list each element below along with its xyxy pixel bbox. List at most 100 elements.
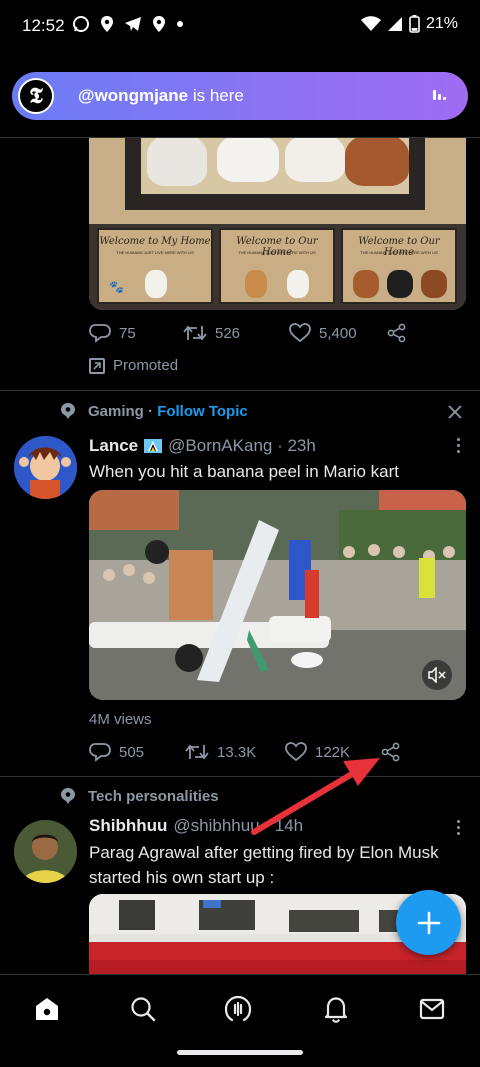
reply-icon [89,324,111,343]
flag-icon [144,439,163,453]
view-count: 4M views [89,711,152,728]
promoted-tweet-actions: 75 526 5,400 [89,323,407,343]
tweet-video[interactable] [89,490,466,700]
location-icon [153,16,165,32]
doormat-variant: Welcome to Our Home THE HUMANS JUST LIVE… [341,228,457,304]
telegram-icon [125,17,141,31]
retweet-button[interactable]: 13.3K [185,743,285,761]
avatar[interactable] [14,436,77,499]
spaces-suffix: is here [188,86,244,105]
nav-messages[interactable] [416,993,448,1025]
reply-count: 75 [119,324,136,342]
compose-tweet-button[interactable] [396,890,461,955]
dog-figure [217,138,279,182]
nav-spaces[interactable] [222,993,254,1025]
tweet-header: Lance @BornAKang · 23h [89,436,316,456]
spaces-banner-text: @wongmjane is here [78,86,244,106]
retweet-icon [185,744,209,760]
reply-button[interactable]: 505 [89,742,185,762]
search-icon [131,997,156,1022]
dog-figure [345,138,409,186]
status-time: 12:52 [22,16,65,35]
like-button[interactable]: 122K [285,742,381,762]
dismiss-topic-close-icon[interactable] [446,403,464,421]
more-options-icon[interactable] [457,438,460,453]
battery-percent: 21% [425,15,458,32]
topic-separator: · [148,402,154,420]
dog-figure [147,138,207,186]
avatar[interactable] [14,820,77,883]
like-count: 5,400 [319,324,357,342]
paw-icon: 🐾 [109,280,124,294]
retweet-count: 526 [215,324,241,342]
tweet-header: Shibhhuu @shibhhuu · 14h [89,816,303,836]
share-icon [381,742,400,762]
more-options-icon[interactable] [457,820,460,835]
topic-context: Tech personalities [60,787,219,805]
promoted-tweet-image[interactable]: Welcome to My Home THE HUMANS JUST LIVE … [89,138,466,310]
topic-icon [61,403,75,419]
home-icon [36,998,58,1020]
dot-icon [177,21,183,27]
doormat-variant: Welcome to My Home THE HUMANS JUST LIVE … [97,228,213,304]
doormat-variants: Welcome to My Home THE HUMANS JUST LIVE … [89,224,466,310]
nyt-logo-icon: 𝕿 [29,83,43,109]
avatar-image [14,436,77,499]
avatar-image [14,820,77,883]
topic-icon [61,788,75,804]
retweet-icon [183,325,207,341]
battery-icon [409,15,420,33]
divider [0,390,480,391]
topic-context: Gaming · Follow Topic [60,402,248,420]
topic-name: Gaming [88,402,144,420]
promoted-icon [89,357,105,374]
mute-button[interactable] [422,660,452,690]
share-icon [387,323,406,343]
whatsapp-icon [73,16,89,32]
status-notification-icons [72,15,184,33]
nav-search[interactable] [127,993,159,1025]
heart-icon [289,323,311,343]
like-count: 122K [315,743,351,761]
home-indicator[interactable] [177,1050,303,1055]
divider [0,776,480,777]
plus-icon [417,911,440,934]
handle-and-time[interactable]: @BornAKang · 23h [168,436,316,456]
heart-icon [285,742,307,762]
cell-signal-icon [387,17,402,31]
location-icon [101,16,113,32]
messages-icon [419,998,445,1020]
like-button[interactable]: 5,400 [289,323,387,343]
follow-topic-link[interactable]: Follow Topic [157,403,248,420]
spaces-icon [224,995,252,1022]
nav-notifications[interactable] [320,993,352,1025]
wifi-icon [360,16,381,31]
handle-and-time[interactable]: @shibhhuu · 14h [173,816,303,836]
share-button[interactable] [381,742,401,762]
video-thumbnail [89,490,466,700]
display-name[interactable]: Shibhhuu [89,816,167,836]
promoted-text: Promoted [113,357,179,374]
reply-icon [89,743,111,762]
mute-icon [428,667,446,683]
tweet-text: Parag Agrawal after getting fired by Elo… [89,843,439,887]
reply-count: 505 [119,743,145,761]
doormat-photo [89,138,466,224]
tweet-actions: 505 13.3K 122K [89,742,401,762]
topic-name: Tech personalities [88,787,219,805]
notifications-icon [324,997,348,1023]
doormat-variant: Welcome to Our Home THE HUMANS JUST LIVE… [219,228,335,304]
status-system-icons: 21% [360,15,458,33]
reply-button[interactable]: 75 [89,323,183,343]
promoted-label: Promoted [89,357,178,374]
spaces-host-avatar: 𝕿 [18,78,54,114]
audio-equalizer-icon [433,90,446,100]
nav-home[interactable] [31,993,63,1025]
status-bar: 12:52 21% [0,0,480,56]
display-name[interactable]: Lance [89,436,138,456]
dog-figure [285,138,345,182]
spaces-live-banner[interactable]: 𝕿 @wongmjane is here [12,72,468,120]
tweet-text: When you hit a banana peel in Mario kart [89,462,399,481]
share-button[interactable] [387,323,407,343]
retweet-button[interactable]: 526 [183,324,289,342]
